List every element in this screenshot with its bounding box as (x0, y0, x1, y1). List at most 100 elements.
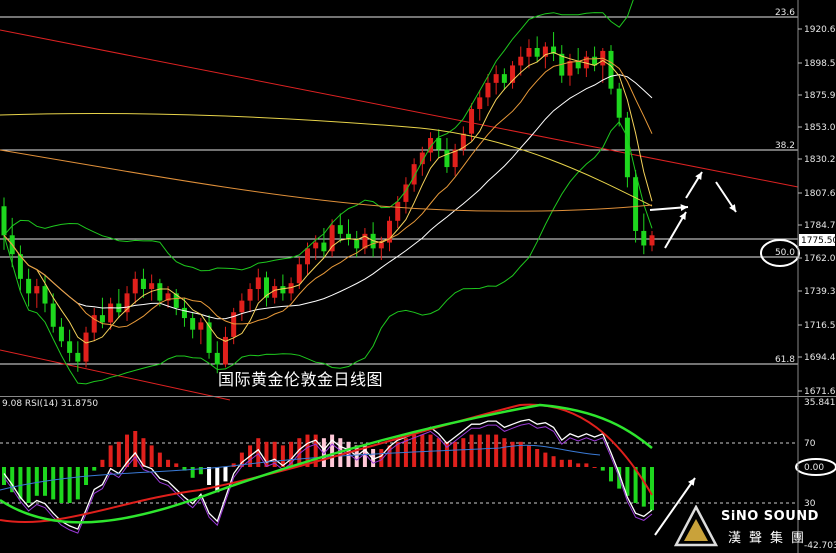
histogram-bar (215, 467, 220, 493)
brand-chinese-name: 漢聲集團 (728, 531, 813, 546)
histogram-bar (600, 467, 605, 471)
fib-level-label: 38.2 (775, 141, 795, 151)
current-price-label: 1775.50 (801, 236, 836, 246)
candle-body (493, 74, 499, 83)
histogram-bar (100, 459, 105, 467)
histogram-bar (133, 431, 138, 467)
price-axis: 1920.60 1898.50 1875.95 1853.00 1830.25 1807.… (0, 0, 836, 553)
histogram-bar (576, 463, 581, 467)
candle-body (649, 235, 655, 246)
histogram-bar (116, 441, 121, 467)
histogram-bar (502, 438, 507, 467)
price-tick-label: 1762.00 (804, 254, 836, 264)
price-tick-label: 1716.50 (804, 321, 836, 331)
histogram-bar (485, 434, 490, 467)
ma-long-line-1 (0, 112, 653, 207)
candle-body (395, 201, 401, 221)
candle-body (526, 48, 532, 57)
ma-20-line (3, 74, 653, 320)
candle-body (608, 50, 614, 89)
histogram-bar (494, 434, 499, 467)
histogram-bar (567, 459, 572, 467)
histogram-bar (264, 441, 269, 467)
chart-title: 国际黄金伦敦金日线图 (218, 370, 384, 389)
rsi-tick-label: 35.84133 (804, 398, 836, 408)
bollinger-upper (3, 0, 634, 272)
histogram-bar (436, 438, 441, 467)
candle-body (411, 164, 417, 185)
price-tick-label: 1739.35 (804, 287, 836, 297)
candle-body (313, 242, 319, 249)
candle-body (181, 307, 187, 319)
brand-name: SiNO SOUND (721, 509, 819, 524)
candle-body (534, 48, 540, 57)
candle-body (247, 289, 253, 301)
candle-body (190, 318, 196, 330)
histogram-bar (198, 467, 203, 475)
candle-body (132, 278, 138, 294)
price-tick-label: 1671.65 (804, 387, 836, 397)
trend-line-upper (0, 29, 799, 188)
candle-body (280, 286, 286, 294)
histogram-bar (108, 445, 113, 467)
histogram-bar (223, 467, 228, 482)
histogram-bar (26, 467, 31, 503)
candle-body (378, 242, 384, 249)
histogram-bar (469, 434, 474, 467)
candle-body (337, 225, 343, 234)
arrow-horizontal-head (680, 204, 688, 212)
histogram-bar (67, 467, 72, 503)
histogram-bar (157, 452, 162, 467)
candle-body (329, 225, 335, 252)
histogram-bar (477, 434, 482, 467)
histogram-bar (34, 467, 39, 496)
rsi-line (3, 418, 653, 530)
histogram-bar (453, 441, 458, 467)
candle-body (354, 239, 360, 249)
histogram-bar (207, 467, 212, 485)
histogram-bar (526, 445, 531, 467)
histogram-bar (51, 467, 56, 500)
candle-body (75, 352, 81, 362)
candle-body (157, 283, 163, 301)
candle-body (149, 283, 155, 290)
ma-5-line (3, 51, 653, 344)
price-tick-label: 1898.50 (804, 59, 836, 69)
candle-body (616, 88, 622, 118)
histogram-bar (174, 463, 179, 467)
histogram-bar (584, 463, 589, 467)
histogram-bar (92, 467, 97, 471)
candle-body (321, 242, 327, 252)
price-tick-label: 1807.60 (804, 189, 836, 199)
price-tick-label: 1830.25 (804, 155, 836, 165)
candle-body (58, 326, 64, 342)
candle-body (477, 97, 483, 109)
candle-body (296, 264, 302, 284)
histogram-bar (412, 434, 417, 467)
histogram-bar (641, 467, 646, 507)
rsi-tick-label: 30 (804, 499, 816, 509)
histogram-bar (190, 467, 195, 478)
candle-body (575, 61, 581, 69)
candle-body (34, 286, 40, 294)
price-tick-label: 1920.60 (804, 25, 836, 35)
candle-body (501, 74, 507, 83)
histogram-bar (461, 438, 466, 467)
candle-body (272, 286, 278, 298)
candle-body (108, 303, 114, 323)
price-tick-label: 1784.75 (804, 221, 836, 231)
histogram-bar (559, 459, 564, 467)
candle-body (42, 286, 48, 304)
candle-body (239, 300, 245, 313)
rsi-tick-label: 70 (804, 439, 816, 449)
histogram-bar (535, 449, 540, 467)
candle-body (304, 248, 310, 265)
candle-body (518, 56, 524, 66)
candle-body (50, 303, 56, 327)
candle-body (1, 206, 7, 236)
histogram-bar (650, 467, 654, 511)
candle-body (485, 82, 491, 98)
histogram-bar (75, 467, 80, 500)
candle-body (83, 332, 89, 362)
histogram-bar (166, 459, 171, 467)
